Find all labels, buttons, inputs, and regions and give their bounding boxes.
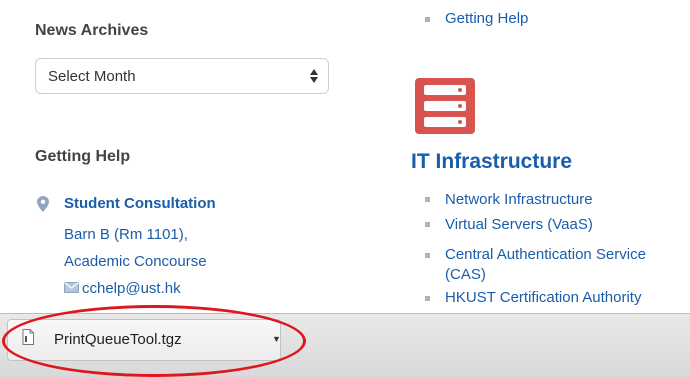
month-select-value: Select Month	[48, 68, 136, 85]
virtual-servers-link[interactable]: Virtual Servers (VaaS)	[445, 215, 593, 235]
highlight-oval	[2, 305, 306, 377]
sort-arrows-icon	[310, 69, 318, 83]
server-rack-icon	[415, 78, 475, 134]
bullet	[425, 253, 430, 258]
it-infrastructure-heading[interactable]: IT Infrastructure	[411, 150, 572, 174]
cas-link[interactable]: Central Authentication Service (CAS)	[445, 245, 685, 285]
news-archives-heading: News Archives	[35, 22, 149, 39]
certification-authority-link[interactable]: HKUST Certification Authority	[445, 288, 641, 308]
network-infrastructure-link[interactable]: Network Infrastructure	[445, 190, 593, 210]
address-line-2: Academic Concourse	[64, 253, 207, 270]
getting-help-link[interactable]: Getting Help	[445, 10, 528, 27]
address-line-1: Barn B (Rm 1101),	[64, 226, 188, 243]
student-consultation-link[interactable]: Student Consultation	[64, 195, 216, 212]
envelope-icon	[64, 282, 79, 293]
email-link[interactable]: cchelp@ust.hk	[82, 280, 181, 297]
map-pin-icon	[37, 196, 49, 212]
month-select[interactable]: Select Month	[35, 58, 329, 94]
getting-help-heading: Getting Help	[35, 148, 131, 165]
bullet	[425, 296, 430, 301]
bullet	[425, 17, 430, 22]
bullet	[425, 222, 430, 227]
bullet	[425, 197, 430, 202]
